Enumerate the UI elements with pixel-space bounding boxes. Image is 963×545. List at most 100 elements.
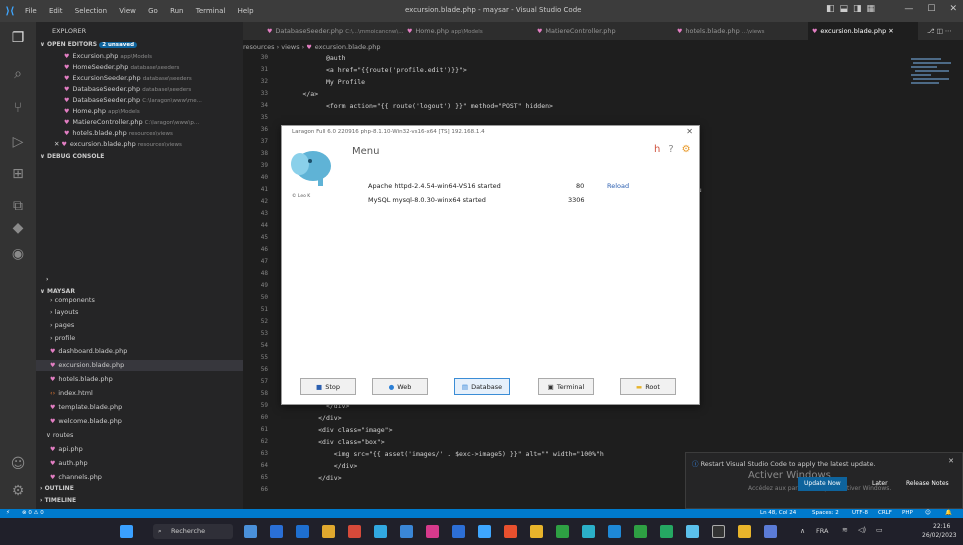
tree-file[interactable]: ♥ welcome.blade.php bbox=[36, 416, 243, 427]
code-line[interactable]: @auth bbox=[279, 54, 346, 62]
app-icon[interactable] bbox=[582, 525, 595, 538]
menu-run[interactable]: Run bbox=[170, 7, 183, 15]
feedback-icon[interactable]: ☺ bbox=[925, 509, 931, 518]
menu-edit[interactable]: Edit bbox=[49, 7, 63, 15]
timeline-section[interactable]: › TIMELINE bbox=[36, 495, 243, 506]
tree-folder[interactable]: › components bbox=[36, 295, 243, 306]
code-line[interactable]: </a> bbox=[279, 90, 318, 98]
tab-hotels[interactable]: ♥ hotels.blade.php ...\views bbox=[673, 22, 803, 40]
wifi-icon[interactable]: ≋ bbox=[842, 526, 848, 534]
extensions-icon[interactable]: ⊞ bbox=[8, 164, 28, 184]
breadcrumb-item[interactable]: resources bbox=[243, 43, 275, 51]
code-line[interactable]: <a href="{{route('profile.edit')}}"> bbox=[279, 66, 467, 74]
language-mode[interactable]: PHP bbox=[902, 509, 913, 518]
tree-folder[interactable]: ∨ routes bbox=[36, 430, 243, 441]
later-button[interactable]: Later bbox=[866, 477, 894, 491]
laragon-h-icon[interactable]: h bbox=[654, 144, 660, 155]
tree-file[interactable]: ♥ api.php bbox=[36, 444, 243, 455]
app-icon[interactable] bbox=[608, 525, 621, 538]
breadcrumb-item[interactable]: excursion.blade.php bbox=[315, 43, 381, 51]
close-tab-icon[interactable]: ✕ bbox=[888, 27, 893, 35]
close-editor-icon[interactable]: ✕ bbox=[54, 140, 62, 148]
tray-chevron-icon[interactable]: ∧ bbox=[800, 527, 805, 535]
tab-database-seeder[interactable]: ♥ DatabaseSeeder.php C:\...\mmoicancnw\..… bbox=[263, 22, 404, 40]
close-window-icon[interactable]: ✕ bbox=[949, 4, 957, 14]
clock-time[interactable]: 22:16 bbox=[933, 523, 950, 530]
docker-icon[interactable]: ◆ bbox=[8, 218, 28, 238]
clock-date[interactable]: 26/02/2023 bbox=[922, 532, 957, 539]
open-editor-item[interactable]: ♥ MatiereController.php C:\laragon\www\p.… bbox=[36, 117, 243, 128]
toggle-sidebar-icon[interactable]: ◧ bbox=[826, 4, 835, 14]
open-editor-item[interactable]: ♥ HomeSeeder.php database\seeders bbox=[36, 62, 243, 73]
account-icon[interactable]: ☺ bbox=[8, 454, 28, 474]
tree-folder[interactable]: › layouts bbox=[36, 307, 243, 318]
line-ending[interactable]: CRLF bbox=[878, 509, 892, 518]
code-line[interactable]: My Profile bbox=[279, 78, 365, 86]
tree-file[interactable]: ♥ auth.php bbox=[36, 458, 243, 469]
release-notes-button[interactable]: Release Notes bbox=[900, 477, 955, 491]
menu-terminal[interactable]: Terminal bbox=[196, 7, 226, 15]
menu-view[interactable]: View bbox=[119, 7, 136, 15]
apache-reload-button[interactable]: Reload bbox=[607, 182, 629, 190]
breadcrumb-item[interactable]: views bbox=[281, 43, 299, 51]
maximize-icon[interactable]: ☐ bbox=[927, 4, 935, 14]
open-editors-section[interactable]: ∨ OPEN EDITORS 2 unsaved bbox=[36, 39, 243, 50]
database-button[interactable]: ▤ Database bbox=[454, 378, 510, 395]
settings-gear-icon[interactable]: ⚙ bbox=[8, 481, 28, 501]
menu-selection[interactable]: Selection bbox=[75, 7, 107, 15]
code-line[interactable]: </div> bbox=[279, 462, 358, 470]
open-editor-item[interactable]: ♥ ExcursionSeeder.php database\seeders bbox=[36, 73, 243, 84]
minimize-icon[interactable]: — bbox=[904, 4, 913, 14]
app-icon[interactable] bbox=[426, 525, 439, 538]
code-line[interactable]: </div> bbox=[279, 414, 342, 422]
collapsed-section[interactable]: › bbox=[36, 274, 243, 285]
tree-file[interactable]: ♥ hotels.blade.php bbox=[36, 374, 243, 385]
tree-file[interactable]: ♥ dashboard.blade.php bbox=[36, 346, 243, 357]
menu-help[interactable]: Help bbox=[238, 7, 254, 15]
source-control-icon[interactable]: ⑂ bbox=[8, 98, 28, 118]
code-line[interactable]: <div class="image"> bbox=[279, 426, 392, 434]
remote-explorer-icon[interactable]: ⧉ bbox=[8, 196, 28, 216]
app-icon[interactable] bbox=[660, 525, 673, 538]
notifications-bell-icon[interactable]: 🔔 bbox=[945, 509, 952, 518]
laragon-menu[interactable]: Menu bbox=[352, 146, 379, 157]
more-actions-icon[interactable]: ⋯ bbox=[945, 27, 952, 35]
customize-layout-icon[interactable]: ▦ bbox=[867, 4, 876, 14]
minimap[interactable] bbox=[905, 54, 955, 94]
app-icon[interactable] bbox=[764, 525, 777, 538]
help-icon[interactable]: ? bbox=[668, 144, 673, 155]
settings-gear-icon[interactable]: ⚙ bbox=[682, 144, 691, 155]
open-editor-item[interactable]: ♥ Home.php app\Models bbox=[36, 106, 243, 117]
run-debug-icon[interactable]: ▷ bbox=[8, 132, 28, 152]
chrome-icon[interactable] bbox=[530, 525, 543, 538]
app-icon[interactable] bbox=[686, 525, 699, 538]
app-icon[interactable] bbox=[244, 525, 257, 538]
opera-icon[interactable] bbox=[504, 525, 517, 538]
code-line[interactable]: </div> bbox=[279, 474, 342, 482]
timeline-icon[interactable]: ◉ bbox=[8, 244, 28, 264]
app-icon[interactable] bbox=[400, 525, 413, 538]
app-icon[interactable] bbox=[634, 525, 647, 538]
vscode-taskbar-icon[interactable] bbox=[478, 525, 491, 538]
tab-home[interactable]: ♥ Home.php app\Models bbox=[403, 22, 513, 40]
menu-file[interactable]: File bbox=[25, 7, 37, 15]
search-icon[interactable]: ⌕ bbox=[8, 64, 28, 84]
code-line[interactable]: <div class="box"> bbox=[279, 438, 385, 446]
open-editor-item[interactable]: ♥ hotels.blade.php resources\views bbox=[36, 128, 243, 139]
explorer-icon[interactable]: ❐ bbox=[8, 28, 28, 48]
app-icon[interactable] bbox=[374, 525, 387, 538]
toggle-panel-icon[interactable]: ⬓ bbox=[840, 4, 849, 14]
code-line[interactable]: <form action="{{ route('logout') }}" met… bbox=[279, 102, 553, 110]
remote-indicator-icon[interactable]: ⚡ bbox=[6, 509, 10, 518]
update-now-button[interactable]: Update Now bbox=[798, 477, 847, 491]
root-button[interactable]: ▬ Root bbox=[620, 378, 676, 395]
tree-file[interactable]: ♥ channels.php bbox=[36, 472, 243, 483]
indentation[interactable]: Spaces: 2 bbox=[812, 509, 839, 518]
volume-icon[interactable]: ◁) bbox=[858, 526, 866, 534]
toggle-secondary-sidebar-icon[interactable]: ◨ bbox=[853, 4, 862, 14]
problems-indicator[interactable]: ⊗ 0 ⚠ 0 bbox=[22, 509, 44, 518]
file-explorer-icon[interactable] bbox=[322, 525, 335, 538]
taskbar-search[interactable]: ⌕ Recherche bbox=[153, 524, 233, 539]
app-icon[interactable] bbox=[556, 525, 569, 538]
tree-file-selected[interactable]: ♥ excursion.blade.php bbox=[36, 360, 243, 371]
